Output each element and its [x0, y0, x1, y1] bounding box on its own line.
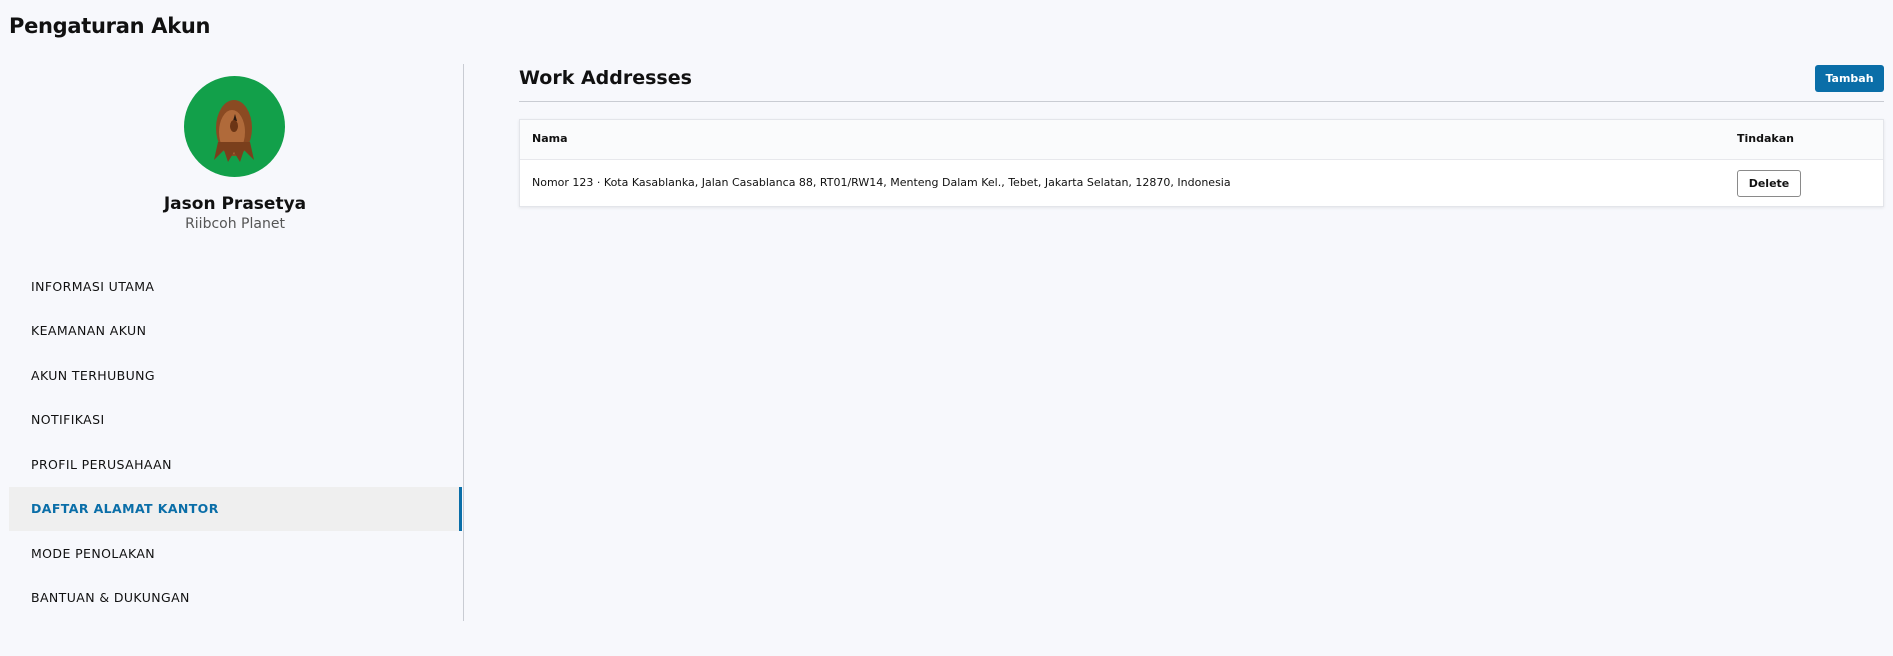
profile-name: Jason Prasetya — [163, 194, 307, 214]
main-content: Work Addresses Tambah Nama Tindakan Nomo… — [519, 64, 1884, 207]
sidebar-item-informasi-utama[interactable]: INFORMASI UTAMA — [9, 264, 462, 309]
address-text: Nomor 123 · Kota Kasablanka, Jalan Casab… — [532, 176, 1231, 189]
table-row: Nomor 123 · Kota Kasablanka, Jalan Casab… — [520, 160, 1883, 206]
add-address-button[interactable]: Tambah — [1815, 65, 1884, 92]
profile-company: Riibcoh Planet — [185, 216, 285, 232]
sidebar-item-keamanan-akun[interactable]: KEAMANAN AKUN — [9, 309, 462, 354]
sidebar-nav: INFORMASI UTAMA KEAMANAN AKUN AKUN TERHU… — [9, 264, 462, 620]
sidebar-item-daftar-alamat-kantor[interactable]: DAFTAR ALAMAT KANTOR — [9, 486, 462, 531]
column-header-name: Nama — [532, 132, 568, 145]
column-header-action: Tindakan — [1737, 132, 1794, 145]
user-avatar-icon — [214, 100, 254, 162]
section-title: Work Addresses — [519, 67, 692, 89]
sidebar-item-akun-terhubung[interactable]: AKUN TERHUBUNG — [9, 353, 462, 398]
table-header: Nama Tindakan — [520, 120, 1883, 160]
sidebar-item-notifikasi[interactable]: NOTIFIKASI — [9, 398, 462, 443]
section-header: Work Addresses Tambah — [519, 64, 1884, 102]
sidebar-item-mode-penolakan[interactable]: MODE PENOLAKAN — [9, 531, 462, 576]
sidebar: Jason Prasetya Riibcoh Planet INFORMASI … — [9, 64, 464, 621]
page-title: Pengaturan Akun — [9, 14, 211, 38]
addresses-table: Nama Tindakan Nomor 123 · Kota Kasablank… — [519, 119, 1884, 207]
avatar — [184, 76, 285, 177]
sidebar-item-bantuan-dukungan[interactable]: BANTUAN & DUKUNGAN — [9, 576, 462, 621]
delete-button[interactable]: Delete — [1737, 170, 1801, 197]
sidebar-item-profil-perusahaan[interactable]: PROFIL PERUSAHAAN — [9, 442, 462, 487]
